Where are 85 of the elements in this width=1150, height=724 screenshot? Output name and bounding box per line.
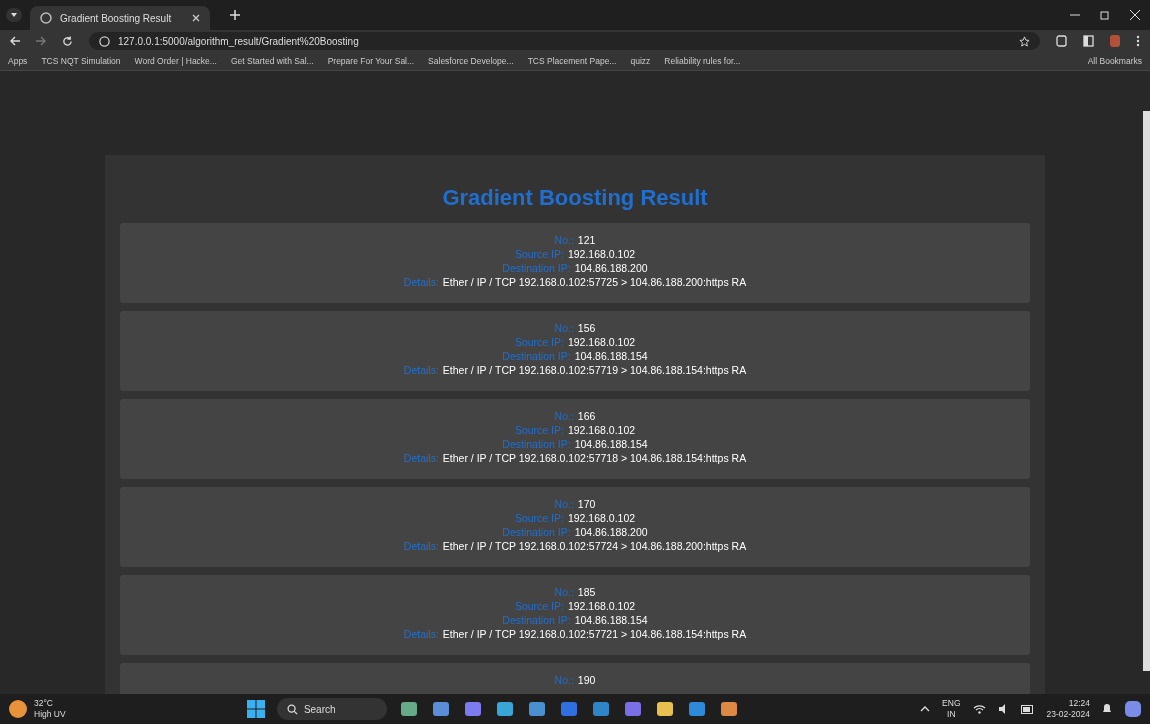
packet-details: Ether / IP / TCP 192.168.0.102:57718 > 104.86.188.154:https RA: [442, 451, 747, 465]
start-icon[interactable]: [246, 700, 265, 718]
field-label: Source IP:: [514, 423, 564, 437]
source-ip: 192.168.0.102: [567, 423, 636, 437]
packet-details: Ether / IP / TCP 192.168.0.102:57721 > 104.86.188.154:https RA: [442, 627, 747, 641]
bookmark-link[interactable]: Word Order | Hacke...: [134, 56, 217, 66]
field-label: No.:: [554, 673, 574, 687]
clock-time[interactable]: 12:24: [1068, 698, 1090, 709]
field-label: Details:: [403, 539, 439, 553]
sun-icon: [8, 699, 28, 719]
scrollbar[interactable]: [1143, 111, 1150, 671]
field-label: Destination IP:: [502, 525, 571, 539]
restore-icon[interactable]: [1100, 10, 1110, 20]
source-ip: 192.168.0.102: [567, 335, 636, 349]
field-label: No.:: [554, 585, 574, 599]
bookmark-link[interactable]: Prepare For Your Sal...: [327, 56, 415, 66]
field-label: Destination IP:: [502, 349, 571, 363]
packet-number: 166: [577, 409, 596, 423]
globe-icon: [40, 12, 52, 24]
destination-ip: 104.86.188.200: [574, 261, 648, 275]
field-label: Source IP:: [514, 247, 564, 261]
packet-details: Ether / IP / TCP 192.168.0.102:57725 > 104.86.188.200:https RA: [442, 275, 747, 289]
destination-ip: 104.86.188.154: [574, 613, 648, 627]
packet-number: 190: [577, 673, 596, 687]
field-label: Source IP:: [514, 335, 564, 349]
packet-number: 156: [577, 321, 596, 335]
battery-icon[interactable]: [1020, 704, 1035, 714]
field-label: Details:: [403, 451, 439, 465]
field-label: Details:: [403, 627, 439, 641]
back-icon[interactable]: [10, 36, 20, 46]
packet-number: 121: [577, 233, 596, 247]
tab-search-icon[interactable]: [6, 8, 22, 22]
new-tab-icon[interactable]: [230, 10, 240, 20]
packet-number: 170: [577, 497, 596, 511]
browser-tab[interactable]: Gradient Boosting Result: [30, 6, 210, 30]
field-label: No.:: [554, 497, 574, 511]
address-bar[interactable]: 127.0.0.1:5000/algorithm_result/Gradient%20Boosting: [89, 32, 1040, 50]
field-label: No.:: [554, 321, 574, 335]
bell-icon[interactable]: [1102, 703, 1112, 715]
bookmark-link[interactable]: TCS NQT Simulation: [41, 56, 121, 66]
region[interactable]: IN: [947, 709, 956, 720]
bookmark-link[interactable]: Apps: [8, 56, 28, 66]
bookmark-link[interactable]: Get Started with Sal...: [230, 56, 314, 66]
field-label: Source IP:: [514, 511, 564, 525]
clock-date[interactable]: 23-02-2024: [1046, 709, 1090, 720]
field-label: Source IP:: [514, 599, 564, 613]
field-label: Details:: [403, 275, 439, 289]
packet-details: Ether / IP / TCP 192.168.0.102:57719 > 104.86.188.154:https RA: [442, 363, 747, 377]
menu-icon[interactable]: [1136, 35, 1140, 47]
extensions-icon[interactable]: [1056, 35, 1067, 47]
bookmark-link[interactable]: Salesforce Develope...: [428, 56, 514, 66]
search-field[interactable]: Search: [276, 698, 387, 720]
destination-ip: 104.86.188.200: [574, 525, 648, 539]
search-icon: [286, 703, 298, 715]
packet-details: Ether / IP / TCP 192.168.0.102:57724 > 104.86.188.200:https RA: [442, 539, 747, 553]
reload-icon[interactable]: [62, 35, 73, 47]
field-label: Details:: [403, 363, 439, 377]
language[interactable]: ENG: [942, 698, 961, 709]
field-label: Destination IP:: [502, 261, 571, 275]
star-icon[interactable]: [1019, 35, 1030, 47]
site-info-icon: [99, 35, 110, 47]
bookmark-link[interactable]: Reliability rules for...: [664, 56, 741, 66]
destination-ip: 104.86.188.154: [574, 349, 648, 363]
bookmark-link[interactable]: TCS Placement Pape...: [527, 56, 617, 66]
chevron-up-icon[interactable]: [920, 706, 931, 712]
weather-condition: High UV: [34, 709, 66, 720]
all-bookmarks-link[interactable]: All Bookmarks: [1087, 56, 1142, 66]
source-ip: 192.168.0.102: [567, 511, 636, 525]
forward-icon[interactable]: [36, 36, 46, 46]
close-icon[interactable]: [192, 14, 200, 22]
packet-number: 185: [577, 585, 596, 599]
source-ip: 192.168.0.102: [567, 599, 636, 613]
field-label: Destination IP:: [502, 437, 571, 451]
wifi-icon[interactable]: [972, 704, 986, 714]
source-ip: 192.168.0.102: [567, 247, 636, 261]
destination-ip: 104.86.188.154: [574, 437, 648, 451]
close-icon[interactable]: [1130, 10, 1140, 20]
page-title: Gradient Boosting Result: [441, 185, 709, 211]
field-label: No.:: [554, 233, 574, 247]
field-label: Destination IP:: [502, 613, 571, 627]
field-label: No.:: [554, 409, 574, 423]
bookmark-link[interactable]: quizz: [630, 56, 651, 66]
sidebar-icon[interactable]: [1083, 35, 1094, 47]
temperature: 32°C: [34, 698, 54, 709]
copilot-icon[interactable]: [1124, 700, 1142, 718]
